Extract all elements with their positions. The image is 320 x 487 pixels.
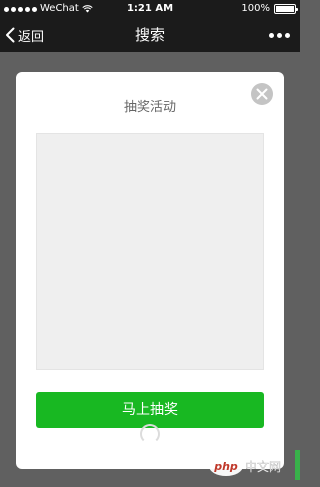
page-title: 搜索 — [134, 26, 165, 44]
dialog-title: 抽奖活动 — [123, 100, 176, 115]
green-edge — [295, 450, 300, 480]
more-dots-icon[interactable] — [269, 18, 290, 52]
back-label: 返回 — [18, 29, 45, 45]
battery-fill — [276, 6, 294, 12]
prize-area — [36, 133, 264, 370]
back-button[interactable]: 返回 — [5, 18, 44, 52]
chevron-left-icon — [6, 27, 15, 43]
status-bar: WeChat 1:21 AM 100% — [0, 0, 300, 18]
battery-icon — [274, 4, 298, 14]
nav-bar: 搜索 返回 — [0, 18, 300, 52]
battery-percent: 100% — [241, 3, 270, 14]
lottery-dialog: 抽奖活动 马上抽奖 — [16, 72, 284, 469]
svg-text:中文网: 中文网 — [245, 459, 281, 474]
watermark-logo: php 中文网 — [207, 451, 285, 481]
status-right: 100% — [241, 0, 298, 18]
svg-text:php: php — [213, 460, 238, 473]
php-logo-icon: php 中文网 — [209, 456, 281, 476]
draw-now-button[interactable]: 马上抽奖 — [36, 392, 264, 428]
loading-ring-icon — [140, 424, 160, 444]
